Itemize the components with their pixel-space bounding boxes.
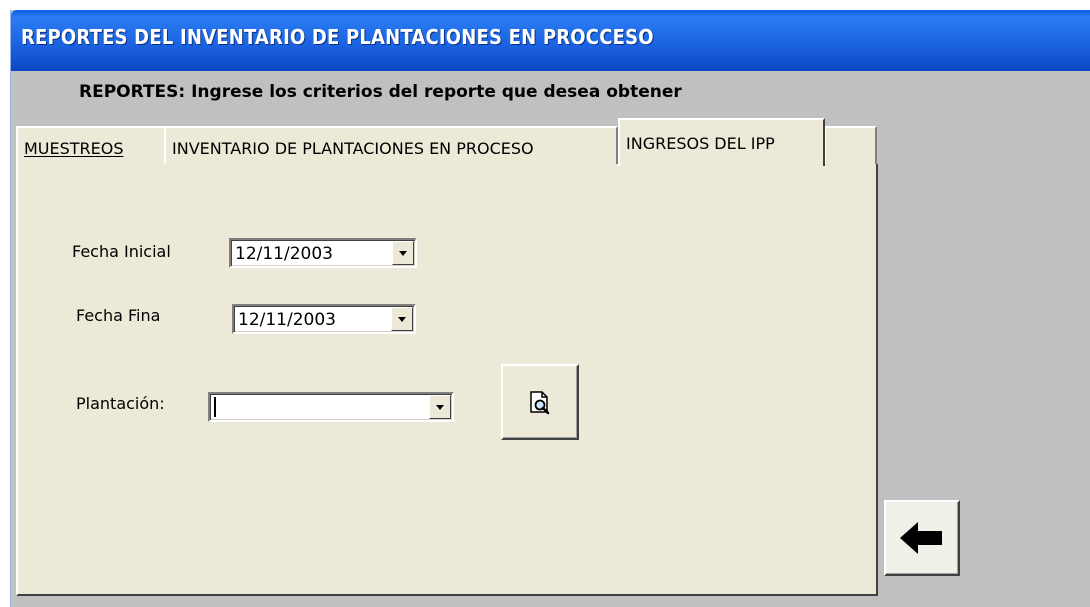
preview-report-button[interactable] xyxy=(501,364,579,440)
fecha-inicial-value: 12/11/2003 xyxy=(235,244,333,264)
plantacion-dropdown-button[interactable] xyxy=(429,395,451,419)
title-bar[interactable]: REPORTES DEL INVENTARIO DE PLANTACIONES … xyxy=(11,10,1090,71)
report-window: REPORTES DEL INVENTARIO DE PLANTACIONES … xyxy=(10,10,1090,607)
fecha-final-dropdown-button[interactable] xyxy=(391,307,413,331)
tab-muestreos[interactable]: MUESTREOS xyxy=(16,126,168,164)
chevron-down-icon xyxy=(436,405,444,410)
back-button[interactable] xyxy=(884,500,960,576)
fecha-inicial-dropdown-button[interactable] xyxy=(392,241,414,265)
tab-label: INVENTARIO DE PLANTACIONES EN PROCESO xyxy=(172,139,534,158)
plantacion-label: Plantación: xyxy=(76,394,165,413)
print-preview-icon xyxy=(530,391,550,415)
tab-ingresos-ipp[interactable]: INGRESOS DEL IPP xyxy=(618,118,825,166)
fecha-final-label: Fecha Fina xyxy=(76,306,161,325)
chevron-down-icon xyxy=(399,251,407,256)
fecha-final-combo[interactable]: 12/11/2003 xyxy=(232,304,416,334)
instruction-bar: REPORTES: Ingrese los criterios del repo… xyxy=(11,71,1090,113)
fecha-inicial-label: Fecha Inicial xyxy=(72,242,171,261)
tab-label: MUESTREOS xyxy=(24,139,124,158)
tab-inventario-plantaciones[interactable]: INVENTARIO DE PLANTACIONES EN PROCESO xyxy=(164,126,618,164)
back-arrow-icon xyxy=(900,522,942,554)
tab-label: INGRESOS DEL IPP xyxy=(626,134,775,153)
instruction-text: REPORTES: Ingrese los criterios del repo… xyxy=(79,82,682,102)
chevron-down-icon xyxy=(398,317,406,322)
fecha-inicial-combo[interactable]: 12/11/2003 xyxy=(229,238,417,268)
plantacion-combo[interactable] xyxy=(208,392,454,422)
tab-strip-filler xyxy=(824,126,877,164)
window-title: REPORTES DEL INVENTARIO DE PLANTACIONES … xyxy=(21,25,654,49)
tab-panel-ingresos: Fecha Inicial 12/11/2003 Fecha Fina 12/1… xyxy=(16,164,878,596)
fecha-final-value: 12/11/2003 xyxy=(238,310,336,330)
text-cursor xyxy=(214,397,216,417)
